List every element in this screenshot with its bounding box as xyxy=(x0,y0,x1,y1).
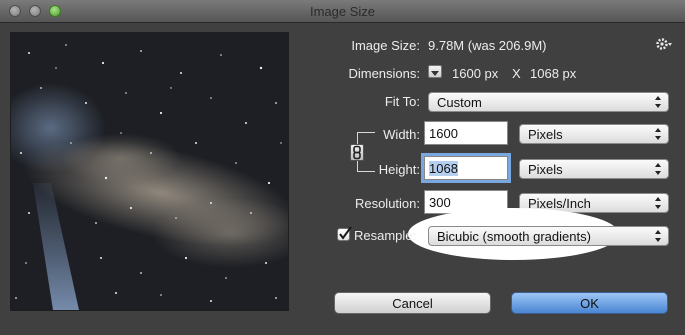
popup-arrows-icon xyxy=(655,163,661,175)
resample-method-value: Bicubic (smooth gradients) xyxy=(437,229,591,244)
height-field[interactable]: 1068 xyxy=(424,156,508,180)
width-unit-popup[interactable]: Pixels xyxy=(519,124,669,144)
resample-label: Resample: xyxy=(354,228,417,243)
height-label: Height: xyxy=(378,162,420,177)
fit-to-value: Custom xyxy=(437,95,482,110)
ok-button[interactable]: OK xyxy=(511,292,668,314)
popup-arrows-icon xyxy=(655,96,661,108)
popup-arrows-icon xyxy=(655,230,661,242)
dimensions-width-value: 1600 px xyxy=(452,66,499,81)
resample-method-popup[interactable]: Bicubic (smooth gradients) xyxy=(428,226,669,246)
width-field[interactable]: 1600 xyxy=(424,121,508,145)
dimensions-separator: X xyxy=(512,66,521,81)
height-unit-popup[interactable]: Pixels xyxy=(519,159,669,179)
resolution-label: Resolution: xyxy=(354,196,420,211)
dimensions-height-value: 1068 px xyxy=(530,66,577,81)
starry-sky-preview-image xyxy=(11,33,288,310)
dimensions-label: Dimensions: xyxy=(348,66,420,81)
height-value: 1068 xyxy=(429,161,458,176)
image-size-value: 9.78M (was 206.9M) xyxy=(428,38,547,53)
fit-to-popup[interactable]: Custom xyxy=(428,92,669,112)
resample-checkbox[interactable] xyxy=(337,226,352,241)
height-unit-value: Pixels xyxy=(528,162,563,177)
width-unit-value: Pixels xyxy=(528,127,563,142)
cancel-button[interactable]: Cancel xyxy=(334,292,491,314)
checkmark-icon xyxy=(339,226,352,240)
image-size-dialog: Image Size Image Size: 9.78M (was 206.9M… xyxy=(0,0,685,335)
window-title: Image Size xyxy=(309,4,376,19)
disclosure-icon[interactable] xyxy=(428,65,442,78)
chain-link-icon[interactable] xyxy=(350,144,364,161)
gear-icon[interactable] xyxy=(655,36,673,52)
fit-to-label: Fit To: xyxy=(384,94,420,109)
image-preview[interactable] xyxy=(10,32,289,311)
popup-arrows-icon xyxy=(655,128,661,140)
image-size-label: Image Size: xyxy=(351,38,420,53)
title-bar: Image Size xyxy=(0,0,685,23)
popup-arrows-icon xyxy=(655,197,661,209)
width-label: Width: xyxy=(383,127,420,142)
